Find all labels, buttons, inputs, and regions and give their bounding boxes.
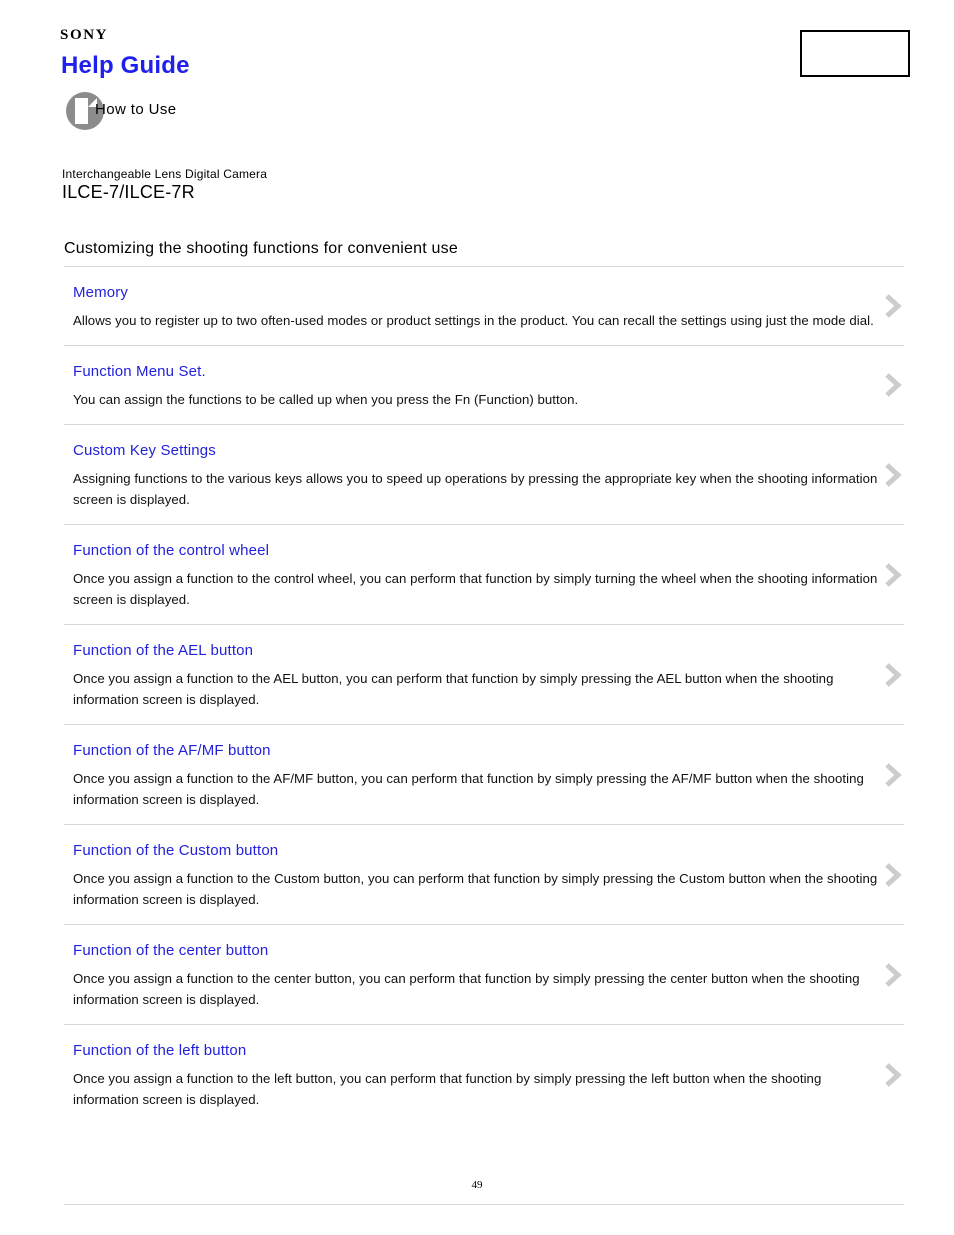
chevron-right-icon [880,559,906,591]
topic-link[interactable]: Function of the left button [73,1041,904,1060]
list-item[interactable]: Function of the left button Once you ass… [64,1025,904,1124]
topic-description: Assigning functions to the various keys … [73,471,878,507]
page-title: Help Guide [61,52,190,79]
list-item[interactable]: Function of the center button Once you a… [64,925,904,1024]
topic-description: Once you assign a function to the AF/MF … [73,771,864,807]
chevron-right-icon [880,1059,906,1091]
topic-link[interactable]: Function of the Custom button [73,841,904,860]
topic-description: Once you assign a function to the Custom… [73,871,878,907]
list-item[interactable]: Function Menu Set. You can assign the fu… [64,346,904,424]
list-item[interactable]: Custom Key Settings Assigning functions … [64,425,904,524]
bottom-divider [64,1204,904,1205]
how-to-use-label: How to Use [95,101,177,118]
list-item[interactable]: Function of the AF/MF button Once you as… [64,725,904,824]
list-item[interactable]: Function of the AEL button Once you assi… [64,625,904,724]
chevron-right-icon [880,659,906,691]
product-category: Interchangeable Lens Digital Camera [62,167,268,181]
topic-description: Once you assign a function to the contro… [73,571,878,607]
topic-list: Memory Allows you to register up to two … [64,266,904,1124]
topic-link[interactable]: Function of the control wheel [73,541,904,560]
list-item[interactable]: Function of the Custom button Once you a… [64,825,904,924]
topic-link[interactable]: Function Menu Set. [73,362,904,381]
product-model: ILCE-7/ILCE-7R [62,182,195,202]
header-placeholder-box[interactable] [800,30,910,77]
chevron-right-icon [880,459,906,491]
topic-description: Once you assign a function to the left b… [73,1071,822,1107]
topic-link[interactable]: Function of the AF/MF button [73,741,904,760]
topic-description: Once you assign a function to the AEL bu… [73,671,834,707]
topic-link[interactable]: Function of the AEL button [73,641,904,660]
page-number: 49 [471,1179,483,1191]
list-item[interactable]: Function of the control wheel Once you a… [64,525,904,624]
topic-description: Once you assign a function to the center… [73,971,860,1007]
topic-link[interactable]: Memory [73,283,904,302]
chevron-right-icon [880,759,906,791]
help-guide-page: SONY Help Guide How to Use Interchangeab… [0,0,954,1235]
topic-description: Allows you to register up to two often-u… [73,313,874,328]
topic-link[interactable]: Custom Key Settings [73,441,904,460]
section-title: Customizing the shooting functions for c… [64,240,458,257]
sony-logo: SONY [60,27,109,43]
chevron-right-icon [880,959,906,991]
chevron-right-icon [880,859,906,891]
topic-description: You can assign the functions to be calle… [73,392,579,407]
list-item[interactable]: Memory Allows you to register up to two … [64,267,904,345]
topic-link[interactable]: Function of the center button [73,941,904,960]
